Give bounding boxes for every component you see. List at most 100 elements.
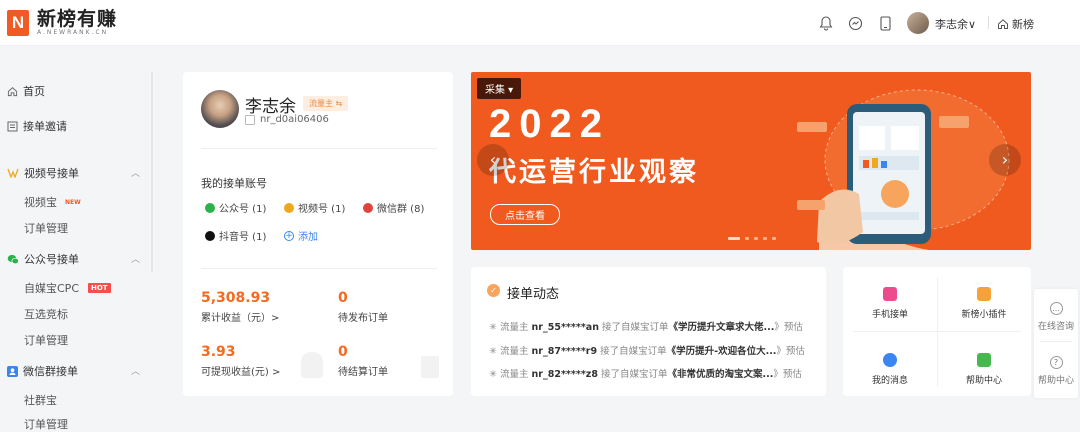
sidebar-group-label: 视频号接单 (24, 167, 79, 180)
sidebar-item-wechat-orders[interactable]: 订单管理 (24, 332, 68, 348)
sidebar-item-group-orders[interactable]: 订单管理 (24, 416, 68, 432)
brand-name: 新榜有赚 (37, 8, 118, 30)
account-label: 抖音号 (1) (219, 232, 267, 243)
sidebar-item-label: 首页 (23, 85, 45, 98)
feed-title: 接单动态 (507, 287, 560, 302)
promo-banner[interactable]: 采集 ▾ 2022 代运营行业观察 点击查看 ‹ › (471, 72, 1031, 250)
home-link[interactable]: 新榜 (997, 16, 1034, 32)
douyin-icon (205, 230, 215, 241)
pending-publish-label[interactable]: 待发布订单 (338, 309, 388, 324)
plugin-icon (977, 287, 991, 301)
divider (201, 148, 437, 149)
divider (988, 16, 989, 29)
chevron-up-icon[interactable]: ︿ (131, 364, 140, 377)
top-bar: N 新榜有赚 A.NEWRANK.CN 李志余∨ 新榜 (0, 0, 1080, 46)
pending-publish-value: 0 (338, 290, 348, 306)
quick-actions-card: 手机接单 新榜小插件 我的消息 帮助中心 (843, 267, 1031, 396)
sidebar-item-label: 订单管理 (24, 222, 68, 235)
carousel-dot[interactable] (754, 237, 758, 240)
sidebar-item-label: 接单邀请 (23, 120, 67, 133)
sidebar-item-bidding[interactable]: 互选竞标 (24, 306, 68, 322)
withdrawable-value: 3.93 (201, 344, 236, 360)
wechat-icon (7, 254, 19, 264)
sidebar-item-community[interactable]: 社群宝 (24, 392, 57, 408)
sidebar-item-cpc[interactable]: 自媒宝CPC HOT (24, 280, 111, 296)
feed-item[interactable]: ✳ 流量主 nr_55*****an 接了自媒宝订单《学历提升文章求大佬...》… (489, 319, 815, 333)
help-icon (977, 353, 991, 367)
home-icon (7, 86, 18, 96)
brand-logo[interactable]: N 新榜有赚 A.NEWRANK.CN (7, 9, 117, 36)
home-label: 新榜 (1012, 18, 1034, 31)
mobile-orders-button[interactable]: 手机接单 (843, 287, 937, 320)
sidebar-item-video-treasure[interactable]: 视频宝 NEW (24, 194, 81, 210)
sidebar-group-label: 微信群接单 (23, 365, 78, 378)
sidebar: 首页 接单邀请 视频号接单 ︿ 视频宝 NEW 订单管理 公众号接单 ︿ 自媒宝… (0, 62, 153, 431)
withdrawable-label[interactable]: 可提现收益(元) > (201, 363, 280, 378)
help-center-button[interactable]: 帮助中心 (937, 353, 1031, 386)
next-arrow-icon[interactable]: › (989, 144, 1021, 176)
sidebar-group-label: 公众号接单 (24, 253, 79, 266)
banner-subtitle: 代运营行业观察 (489, 157, 699, 188)
collect-dropdown[interactable]: 采集 ▾ (477, 78, 522, 99)
view-button[interactable]: 点击查看 (490, 204, 560, 225)
phone-icon[interactable] (876, 14, 894, 32)
sidebar-item-invite[interactable]: 接单邀请 (7, 118, 67, 134)
carousel-dot[interactable] (745, 237, 749, 240)
pending-settle-value: 0 (338, 344, 348, 360)
sidebar-item-video-orders[interactable]: 订单管理 (24, 220, 68, 236)
carousel-dot[interactable] (763, 237, 767, 240)
brand-domain: A.NEWRANK.CN (37, 29, 109, 36)
prev-arrow-icon[interactable]: ‹ (477, 144, 509, 176)
plus-icon: + (284, 230, 294, 241)
chevron-up-icon[interactable]: ︿ (131, 252, 140, 265)
sidebar-group-video[interactable]: 视频号接单 (7, 165, 79, 181)
profile-card: 李志余 流量主 ⇆ nr_d0ai06406 我的接单账号 公众号 (1) 视频… (183, 72, 453, 396)
messages-button[interactable]: 我的消息 (843, 353, 937, 386)
account-douyin[interactable]: 抖音号 (1) (205, 228, 266, 243)
account-video[interactable]: 视频号 (1) (284, 200, 345, 215)
quick-label: 新榜小插件 (961, 310, 1007, 320)
carousel-dot[interactable] (728, 237, 740, 240)
chevron-up-icon[interactable]: ︿ (131, 166, 140, 179)
sidebar-item-label: 互选竞标 (24, 308, 68, 321)
order-feed-card: ✓ 接单动态 ✳ 流量主 nr_55*****an 接了自媒宝订单《学历提升文章… (471, 267, 826, 396)
hot-badge: HOT (88, 283, 111, 293)
profile-avatar[interactable] (201, 90, 239, 128)
carousel-dots (728, 237, 776, 240)
video-account-icon (284, 202, 294, 213)
consult-icon: … (1049, 302, 1063, 315)
bell-icon[interactable] (817, 14, 835, 32)
add-account-button[interactable]: + 添加 (284, 228, 318, 243)
group-icon (7, 365, 18, 377)
float-label: 在线咨询 (1037, 322, 1074, 332)
sidebar-item-home[interactable]: 首页 (7, 83, 45, 99)
account-group[interactable]: 微信群 (8) (363, 200, 424, 215)
feed-item[interactable]: ✳ 流量主 nr_82*****z8 接了自媒宝订单《非常优质的淘宝文案...》… (489, 366, 815, 380)
money-bag-icon (301, 352, 323, 378)
pending-settle-label[interactable]: 待结算订单 (338, 363, 388, 378)
message-icon (883, 353, 897, 367)
user-avatar[interactable] (907, 12, 929, 34)
chat-icon[interactable] (846, 14, 864, 32)
user-menu[interactable]: 李志余∨ (935, 16, 976, 32)
home-icon (998, 19, 1008, 29)
plugin-button[interactable]: 新榜小插件 (937, 287, 1031, 320)
carousel-dot[interactable] (772, 237, 776, 240)
video-channel-icon (7, 168, 19, 178)
quick-label: 帮助中心 (965, 376, 1002, 386)
divider (853, 331, 1021, 332)
divider (201, 268, 437, 269)
profile-id-value: nr_d0ai06406 (260, 114, 329, 125)
online-consult-button[interactable]: … 在线咨询 (1034, 302, 1078, 332)
quick-label: 我的消息 (871, 376, 908, 386)
role-switch[interactable]: 流量主 ⇆ (303, 96, 349, 111)
account-label: 视频号 (1) (298, 204, 346, 215)
sidebar-group-wechat[interactable]: 公众号接单 (7, 251, 79, 267)
account-wechat[interactable]: 公众号 (1) (205, 200, 266, 215)
sidebar-scrollbar[interactable] (151, 72, 153, 272)
feed-item[interactable]: ✳ 流量主 nr_87*****r9 接了自媒宝订单《学历提升-欢迎各位大...… (489, 343, 815, 357)
float-help-button[interactable]: ? 帮助中心 (1034, 356, 1078, 386)
total-income-label[interactable]: 累计收益（元）> (201, 309, 279, 324)
new-badge: NEW (65, 198, 81, 206)
sidebar-group-wechat-group[interactable]: 微信群接单 (7, 363, 78, 379)
